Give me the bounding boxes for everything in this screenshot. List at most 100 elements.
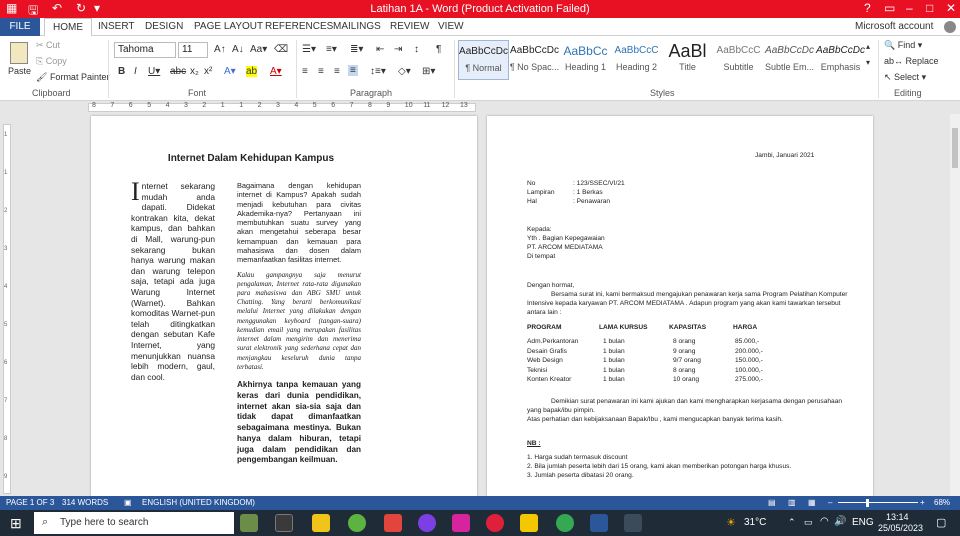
scrollbar-thumb[interactable] [952, 128, 958, 168]
chrome-icon[interactable] [556, 514, 574, 532]
language-indicator[interactable]: ENGLISH (UNITED KINGDOM) [142, 498, 255, 507]
tab-home[interactable]: HOME [44, 18, 92, 37]
proofing-icon[interactable]: ▣ [124, 498, 132, 507]
align-right-icon[interactable]: ≡ [334, 66, 340, 77]
format-painter-button[interactable]: 🖌 Format Painter [36, 72, 109, 83]
file-explorer-icon[interactable] [312, 514, 330, 532]
zoom-slider-thumb[interactable] [866, 499, 869, 507]
font-size-dropdown[interactable]: 11 [178, 42, 208, 58]
multilevel-icon[interactable]: ≣▾ [350, 44, 363, 55]
store-app-icon[interactable] [384, 514, 402, 532]
align-center-icon[interactable]: ≡ [318, 66, 324, 77]
zoom-out-icon[interactable]: – [828, 498, 832, 507]
style-subtitle[interactable]: AaBbCcC Subtitle [713, 40, 764, 80]
shading-icon[interactable]: ◇▾ [398, 66, 411, 77]
help-icon[interactable]: ? [864, 1, 871, 15]
style-heading-2[interactable]: AaBbCcC Heading 2 [611, 40, 662, 80]
tab-mailings[interactable]: MAILINGS [333, 21, 381, 32]
web-layout-icon[interactable]: ▦ [808, 498, 816, 507]
ribbon-options-icon[interactable]: ▭ [884, 1, 895, 15]
numbering-icon[interactable]: ≡▾ [326, 44, 337, 55]
vertical-ruler[interactable]: 1 1 2 3 4 5 6 7 8 9 [0, 114, 14, 496]
font-color-icon[interactable]: A▾ [270, 66, 282, 77]
tab-review[interactable]: REVIEW [390, 21, 429, 32]
print-layout-icon[interactable]: ▥ [788, 498, 796, 507]
sort-icon[interactable]: ↕ [414, 44, 419, 55]
style-no-spacing[interactable]: AaBbCcDc ¶ No Spac... [509, 40, 560, 80]
borders-icon[interactable]: ⊞▾ [422, 66, 435, 77]
zoom-level[interactable]: 68% [934, 498, 950, 507]
input-language[interactable]: ENG [852, 517, 874, 528]
style-normal[interactable]: AaBbCcDc ¶ Normal [458, 40, 509, 80]
task-view-icon[interactable] [275, 514, 293, 532]
account-name[interactable]: Microsoft account [855, 21, 933, 32]
taskbar-search[interactable]: ⌕ Type here to search [34, 512, 234, 534]
weather-icon[interactable]: ☀ [726, 516, 736, 529]
style-emphasis[interactable]: AaBbCcDc Emphasis [815, 40, 866, 80]
subscript-icon[interactable]: x₂ [190, 66, 199, 77]
style-title[interactable]: AaBl Title [662, 40, 713, 80]
justify-icon[interactable]: ≡ [348, 65, 358, 76]
word-count[interactable]: 314 WORDS [62, 498, 108, 507]
clear-format-icon[interactable]: ⌫ [274, 44, 288, 55]
increase-indent-icon[interactable]: ⇥ [394, 44, 402, 55]
zoom-in-icon[interactable]: + [920, 498, 925, 507]
instagram-icon[interactable] [452, 514, 470, 532]
cut-button[interactable]: ✂ Cut [36, 40, 60, 51]
notes-app-icon[interactable] [520, 514, 538, 532]
clock-time[interactable]: 13:14 [886, 512, 909, 522]
avatar[interactable] [944, 21, 956, 33]
tab-view[interactable]: VIEW [438, 21, 464, 32]
select-button[interactable]: ↖ Select ▾ [884, 72, 926, 83]
wifi-icon[interactable]: ◠ [820, 516, 829, 527]
horizontal-ruler[interactable]: 8 7 6 5 4 3 2 1 1 2 3 4 5 6 7 8 9 10 11 12 13 [0, 101, 960, 114]
styles-scroll-up-icon[interactable]: ▴ [866, 42, 870, 51]
tab-page-layout[interactable]: PAGE LAYOUT [194, 21, 263, 32]
close-button[interactable]: ✕ [946, 1, 956, 15]
messaging-app-icon[interactable] [418, 514, 436, 532]
document-page-1[interactable]: Internet Dalam Kehidupan Kampus I nterne… [91, 116, 477, 496]
tab-design[interactable]: DESIGN [145, 21, 183, 32]
network-icon[interactable]: ▭ [804, 517, 813, 528]
italic-icon[interactable]: I [134, 66, 137, 77]
line-spacing-icon[interactable]: ↕≡▾ [370, 66, 386, 77]
text-effects-icon[interactable]: A▾ [224, 66, 236, 77]
copy-button[interactable]: ⎘ Copy [36, 56, 67, 67]
zoom-slider[interactable] [838, 502, 918, 503]
paste-button[interactable]: Paste [8, 66, 31, 76]
highlight-icon[interactable]: ab [246, 66, 258, 77]
shrink-font-icon[interactable]: A↓ [232, 44, 244, 55]
minimize-button[interactable]: – [906, 1, 913, 15]
game-app-icon[interactable] [348, 514, 366, 532]
font-name-dropdown[interactable]: Tahoma [114, 42, 176, 58]
tab-references[interactable]: REFERENCES [265, 21, 333, 32]
tab-file[interactable]: FILE [0, 18, 40, 36]
windows-start-icon[interactable]: ⊞ [10, 515, 22, 532]
superscript-icon[interactable]: x² [204, 66, 212, 77]
styles-scroll-down-icon[interactable]: ▾ [866, 58, 870, 67]
grow-font-icon[interactable]: A↑ [214, 44, 226, 55]
news-widget-icon[interactable] [240, 514, 258, 532]
read-mode-icon[interactable]: ▤ [768, 498, 776, 507]
bold-icon[interactable]: B [118, 66, 125, 77]
maximize-button[interactable]: □ [926, 1, 933, 15]
show-marks-icon[interactable]: ¶ [436, 44, 441, 55]
tray-arrow-icon[interactable]: ⌃ [788, 517, 796, 528]
tab-insert[interactable]: INSERT [98, 21, 135, 32]
page-indicator[interactable]: PAGE 1 OF 3 [6, 498, 54, 507]
find-button[interactable]: 🔍 Find ▾ [884, 40, 922, 51]
decrease-indent-icon[interactable]: ⇤ [376, 44, 384, 55]
style-heading-1[interactable]: AaBbCc Heading 1 [560, 40, 611, 80]
underline-icon[interactable]: U▾ [148, 66, 160, 77]
notification-icon[interactable]: ▢ [936, 516, 946, 529]
clipboard-icon[interactable] [10, 42, 28, 64]
change-case-icon[interactable]: Aa▾ [250, 44, 267, 55]
volume-icon[interactable]: 🔊 [834, 516, 846, 527]
app-taskbar-icon[interactable] [624, 514, 642, 532]
strikethrough-icon[interactable]: abc [170, 66, 186, 77]
clock-date[interactable]: 25/05/2023 [878, 523, 923, 533]
style-subtle-emphasis[interactable]: AaBbCcDc Subtle Em... [764, 40, 815, 80]
align-left-icon[interactable]: ≡ [302, 66, 308, 77]
word-taskbar-icon[interactable] [590, 514, 608, 532]
document-page-2[interactable]: Jambi, Januari 2021 No : 123/SSEC/VI/21 … [487, 116, 873, 496]
